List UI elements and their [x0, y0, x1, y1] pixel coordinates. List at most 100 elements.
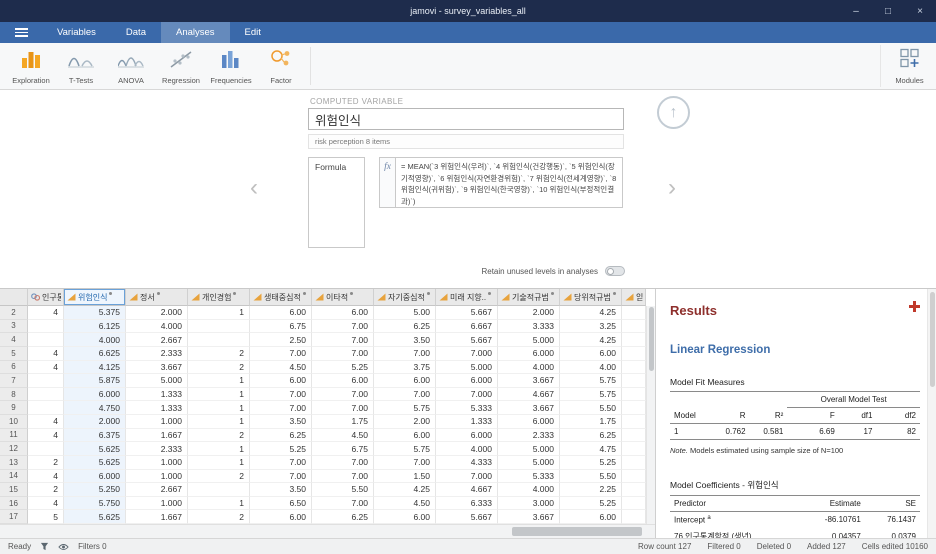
row-number[interactable]: 3	[0, 319, 28, 334]
row-number[interactable]: 2	[0, 306, 28, 320]
table-horizontal-scroll-thumb[interactable]	[512, 527, 642, 536]
cell[interactable]: 6.375	[64, 428, 126, 443]
cell[interactable]: 5.000	[436, 360, 498, 375]
tab-variables[interactable]: Variables	[42, 22, 111, 43]
cell[interactable]: 7.00	[312, 319, 374, 334]
cell[interactable]	[622, 387, 646, 402]
cell[interactable]: 6.75	[312, 442, 374, 456]
tab-edit[interactable]: Edit	[230, 22, 276, 43]
cell[interactable]: 6.000	[64, 387, 126, 402]
cell[interactable]	[622, 374, 646, 388]
row-number[interactable]: 8	[0, 387, 28, 402]
cell[interactable]: 2.333	[498, 428, 560, 443]
row-number[interactable]: 9	[0, 401, 28, 415]
minimize-button[interactable]: –	[840, 0, 872, 22]
cell[interactable]: 5.333	[498, 469, 560, 484]
filter-icon[interactable]	[40, 542, 49, 551]
linear-regression-heading[interactable]: Linear Regression	[670, 344, 920, 356]
cell[interactable]: 6.50	[250, 496, 312, 511]
row-number[interactable]: 6	[0, 360, 28, 375]
cell[interactable]: 6.667	[436, 319, 498, 334]
cell[interactable]: 1.333	[126, 387, 188, 402]
cell[interactable]: 6.333	[436, 496, 498, 511]
cell[interactable]: 5	[28, 510, 64, 524]
cell[interactable]: 4.667	[436, 483, 498, 497]
row-number[interactable]: 14	[0, 469, 28, 484]
cell[interactable]	[622, 442, 646, 456]
cell[interactable]: 7.00	[250, 469, 312, 484]
cell[interactable]	[622, 455, 646, 470]
cell[interactable]: 2.333	[126, 346, 188, 361]
cell[interactable]: 5.25	[560, 496, 622, 511]
cell[interactable]: 6.00	[312, 306, 374, 320]
results-scroll-thumb[interactable]	[929, 292, 935, 387]
cell[interactable]: 4.75	[560, 442, 622, 456]
cell[interactable]: 5.75	[560, 374, 622, 388]
cell[interactable]	[622, 483, 646, 497]
cell[interactable]: 5.75	[560, 387, 622, 402]
cell[interactable]: 1.75	[312, 415, 374, 429]
cell[interactable]: 7.00	[312, 469, 374, 484]
cell[interactable]: 5.25	[250, 442, 312, 456]
cell[interactable]: 5.25	[560, 455, 622, 470]
exploration-button[interactable]: Exploration	[6, 45, 56, 87]
collapse-editor-button[interactable]: ↑	[657, 96, 690, 129]
cell[interactable]	[622, 510, 646, 524]
cell[interactable]	[622, 319, 646, 334]
cell[interactable]: 5.000	[498, 333, 560, 347]
cell[interactable]: 2.667	[126, 333, 188, 347]
table-horizontal-scrollbar[interactable]	[0, 524, 655, 538]
cell[interactable]: 5.750	[64, 496, 126, 511]
cell[interactable]: 4.333	[436, 455, 498, 470]
t-tests-button[interactable]: T-Tests	[56, 45, 106, 87]
variable-name-input[interactable]	[308, 108, 624, 130]
cell[interactable]: 3.50	[374, 333, 436, 347]
maximize-button[interactable]: □	[872, 0, 904, 22]
tab-data[interactable]: Data	[111, 22, 161, 43]
cell[interactable]	[28, 319, 64, 334]
cell[interactable]: 7.00	[312, 496, 374, 511]
cell[interactable]: 5.50	[560, 469, 622, 484]
row-number[interactable]: 5	[0, 346, 28, 361]
cell[interactable]: 6.25	[312, 510, 374, 524]
cell[interactable]: 2	[188, 510, 250, 524]
row-number[interactable]: 4	[0, 333, 28, 347]
cell[interactable]: 6.00	[560, 346, 622, 361]
cell[interactable]: 5.25	[312, 360, 374, 375]
cell[interactable]: 6.000	[498, 415, 560, 429]
cell[interactable]: 5.667	[436, 510, 498, 524]
cell[interactable]: 4.750	[64, 401, 126, 415]
cell[interactable]: 5.375	[64, 306, 126, 320]
cell[interactable]: 3.667	[498, 374, 560, 388]
cell[interactable]: 4.50	[312, 428, 374, 443]
cell[interactable]: 1.000	[126, 455, 188, 470]
results-scrollbar[interactable]	[927, 289, 936, 538]
cell[interactable]: 7.000	[436, 469, 498, 484]
cell[interactable]: 4.50	[374, 496, 436, 511]
variable-description-input[interactable]: risk perception 8 items	[308, 134, 624, 149]
cell[interactable]: 3.667	[498, 401, 560, 415]
cell[interactable]: 5.625	[64, 455, 126, 470]
row-number[interactable]: 7	[0, 374, 28, 388]
row-number[interactable]: 17	[0, 510, 28, 524]
cell[interactable]: 4.125	[64, 360, 126, 375]
cell[interactable]: 2	[28, 483, 64, 497]
cell[interactable]: 2.000	[498, 306, 560, 320]
cell[interactable]: 3.000	[498, 496, 560, 511]
cell[interactable]: 6.25	[560, 428, 622, 443]
cell[interactable]: 5.75	[374, 401, 436, 415]
cell[interactable]: 7.00	[250, 346, 312, 361]
tab-analyses[interactable]: Analyses	[160, 22, 230, 43]
eye-icon[interactable]	[58, 543, 69, 551]
cell[interactable]: 6.00	[560, 510, 622, 524]
hamburger-menu-button[interactable]	[0, 22, 42, 43]
cell[interactable]: 2	[28, 455, 64, 470]
cell[interactable]	[622, 415, 646, 429]
cell[interactable]: 1.000	[126, 469, 188, 484]
cell[interactable]: 5.625	[64, 510, 126, 524]
column-header-4[interactable]: 생태중심적	[250, 289, 312, 306]
cell[interactable]: 3.667	[498, 510, 560, 524]
cell[interactable]: 5.667	[436, 306, 498, 320]
cell[interactable]: 7.00	[312, 401, 374, 415]
cell[interactable]: 2	[188, 360, 250, 375]
